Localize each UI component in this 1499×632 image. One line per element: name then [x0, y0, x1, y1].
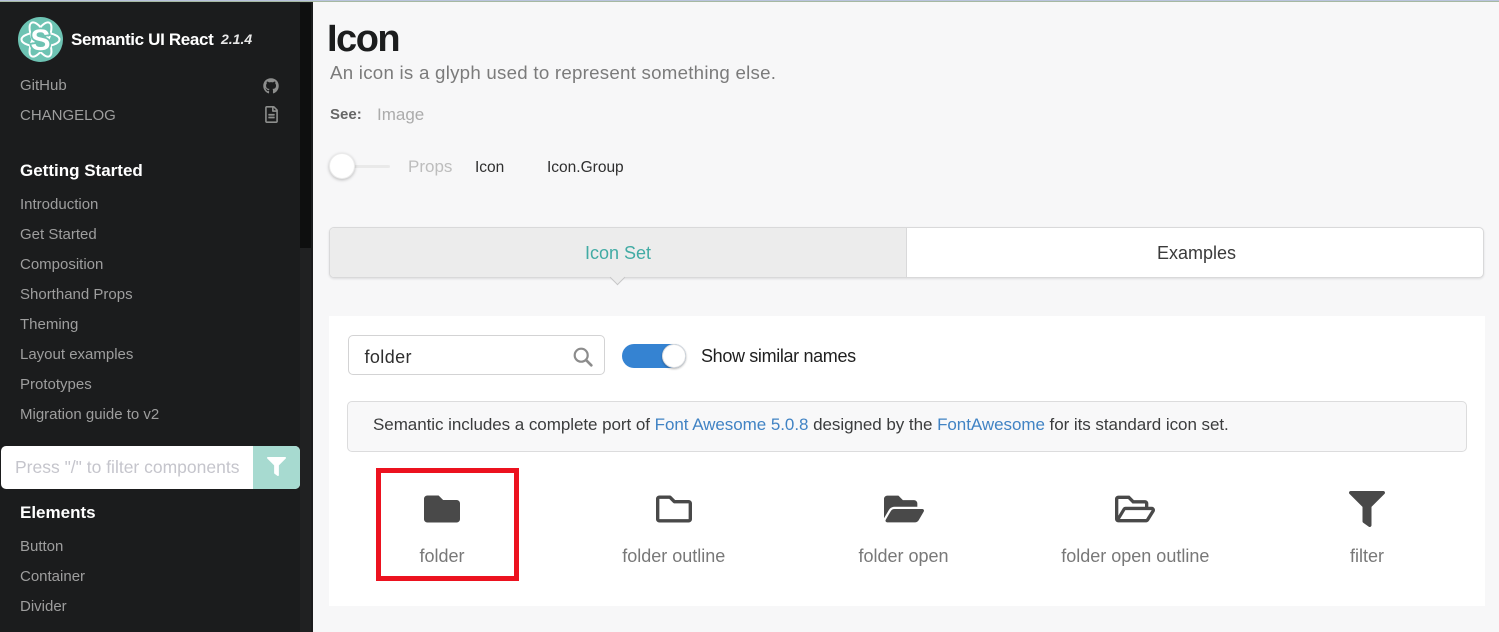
svg-text:S: S — [30, 24, 50, 57]
